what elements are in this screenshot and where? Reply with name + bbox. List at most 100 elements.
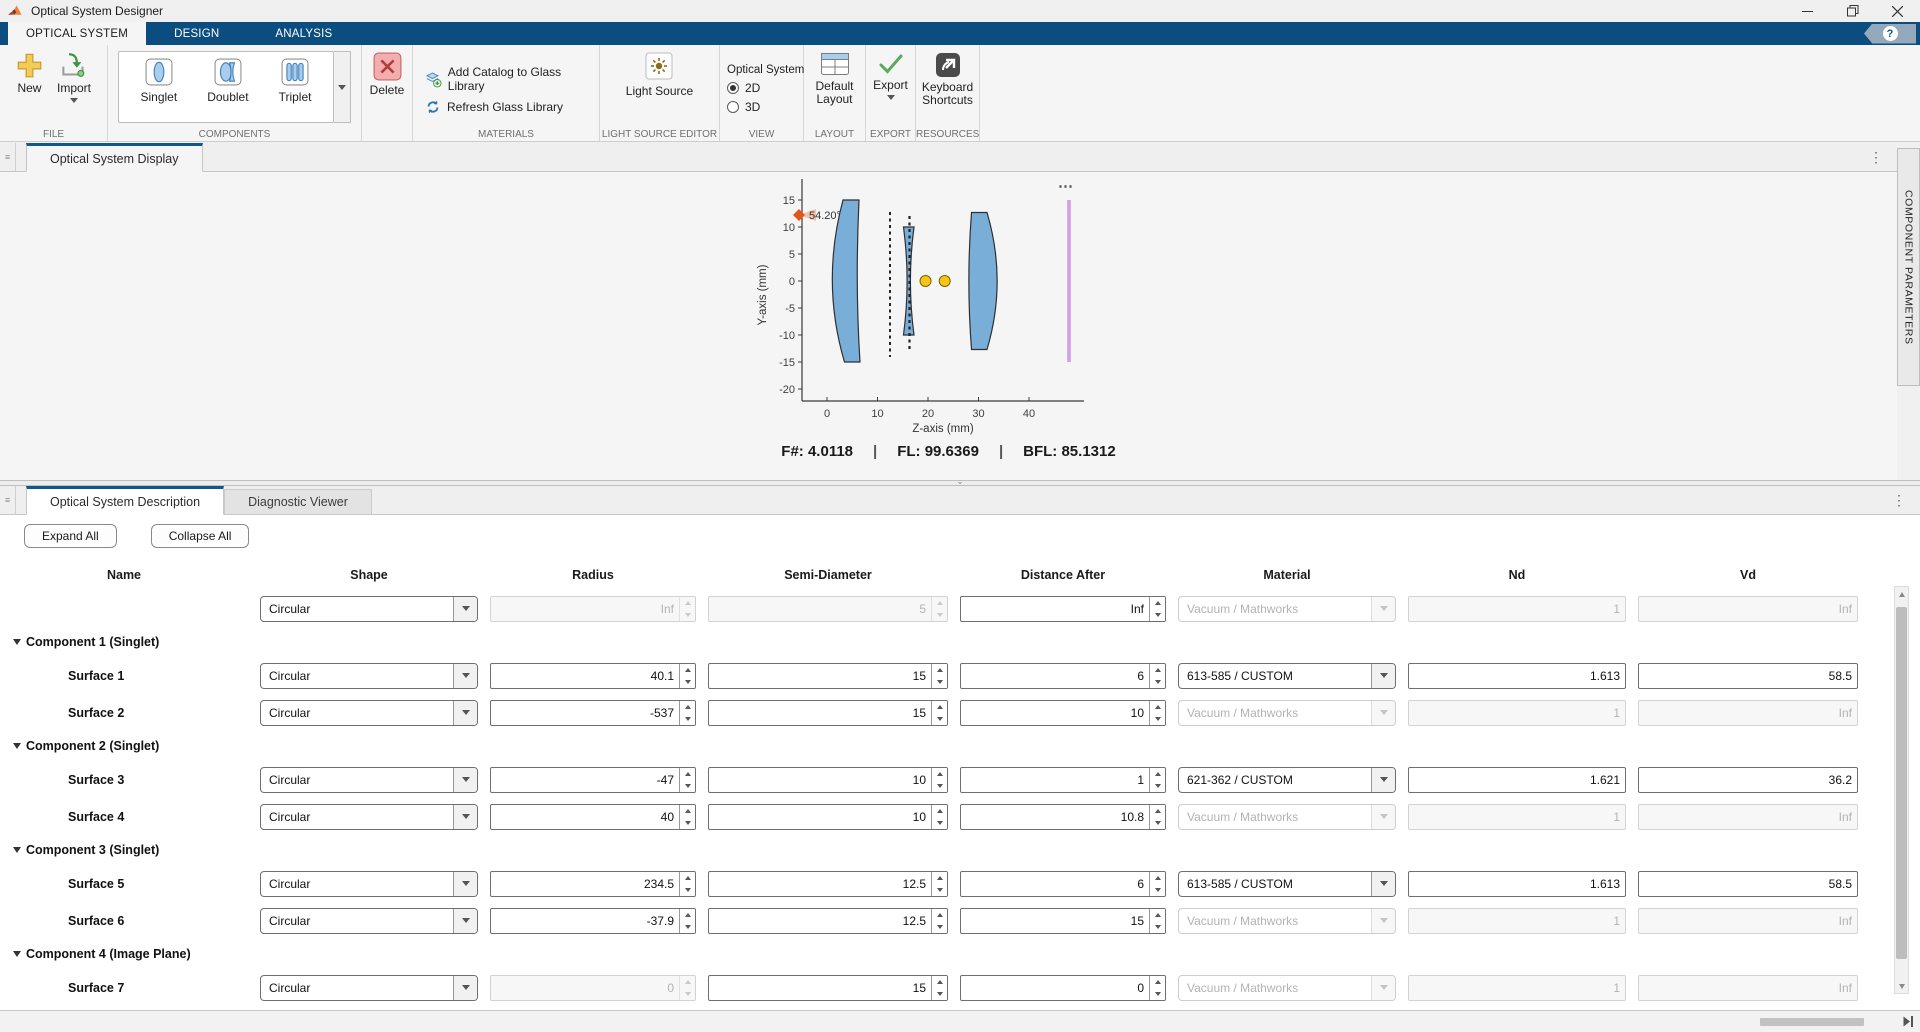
semi-diameter-field[interactable]: 15 — [708, 663, 948, 689]
shape-dropdown[interactable]: Circular — [260, 596, 478, 622]
shape-dropdown[interactable]: Circular — [260, 871, 478, 897]
vd-field[interactable]: 36.2 — [1638, 767, 1858, 793]
spinner[interactable] — [1149, 768, 1165, 792]
spinner[interactable] — [1149, 701, 1165, 725]
spinner[interactable] — [1149, 597, 1165, 621]
spinner[interactable] — [931, 701, 947, 725]
radius-field[interactable]: -47 — [490, 767, 696, 793]
nd-field[interactable]: 1.613 — [1408, 871, 1626, 897]
shape-dropdown[interactable]: Circular — [260, 908, 478, 934]
component-group-row[interactable]: Component 2 (Singlet) — [0, 731, 1920, 761]
export-button[interactable]: Export — [873, 52, 908, 100]
scrollbar-thumb[interactable] — [1896, 607, 1907, 959]
tab-optical-system[interactable]: OPTICAL SYSTEM — [8, 22, 146, 45]
shape-dropdown[interactable]: Circular — [260, 975, 478, 1001]
spinner[interactable] — [679, 872, 695, 896]
radius-field[interactable]: 234.5 — [490, 871, 696, 897]
triplet-button[interactable]: Triplet — [279, 58, 312, 118]
component-parameters-collapsed-panel[interactable]: COMPONENT PARAMETERS — [1897, 148, 1920, 386]
semi-diameter-field[interactable]: 15 — [708, 700, 948, 726]
spinner[interactable] — [679, 805, 695, 829]
spinner[interactable] — [1149, 872, 1165, 896]
radius-field[interactable]: -37.9 — [490, 908, 696, 934]
spinner[interactable] — [1149, 805, 1165, 829]
spinner[interactable] — [679, 701, 695, 725]
tab-design[interactable]: DESIGN — [146, 22, 247, 45]
distance-after-field[interactable]: 6 — [960, 663, 1166, 689]
radius-field[interactable]: -537 — [490, 700, 696, 726]
radius-field[interactable]: 40.1 — [490, 663, 696, 689]
scrollbar-track[interactable] — [1895, 601, 1908, 979]
close-button[interactable] — [1875, 0, 1920, 22]
singlet-button[interactable]: Singlet — [141, 58, 178, 118]
spinner[interactable] — [1149, 976, 1165, 1000]
spinner[interactable] — [931, 768, 947, 792]
new-button[interactable]: New — [16, 52, 43, 95]
import-button[interactable]: Import — [57, 52, 91, 103]
component-group-row[interactable]: Component 4 (Image Plane) — [0, 939, 1920, 969]
tab-diagnostic-viewer[interactable]: Diagnostic Viewer — [224, 489, 372, 514]
vd-field[interactable]: 58.5 — [1638, 663, 1858, 689]
component-group-row[interactable]: Component 3 (Singlet) — [0, 835, 1920, 865]
gallery-expand-button[interactable] — [334, 51, 351, 123]
material-dropdown[interactable]: 613-585 / CUSTOM — [1178, 871, 1396, 897]
spinner[interactable] — [679, 664, 695, 688]
panel-grip-icon[interactable]: ≡ — [0, 486, 16, 514]
minimize-button[interactable] — [1785, 0, 1830, 22]
default-layout-button[interactable]: Default Layout — [808, 52, 862, 106]
semi-diameter-field[interactable]: 15 — [708, 975, 948, 1001]
dock-collapse-icon[interactable] — [1902, 1015, 1915, 1028]
radius-field[interactable]: 40 — [490, 804, 696, 830]
shape-dropdown[interactable]: Circular — [260, 700, 478, 726]
expand-all-button[interactable]: Expand All — [24, 524, 117, 548]
help-button[interactable]: ? — [1864, 24, 1916, 44]
collapse-all-button[interactable]: Collapse All — [151, 524, 250, 548]
radio-2d[interactable]: 2D — [727, 81, 760, 95]
delete-button[interactable]: Delete — [370, 52, 405, 97]
shape-dropdown[interactable]: Circular — [260, 804, 478, 830]
shape-dropdown[interactable]: Circular — [260, 767, 478, 793]
distance-after-field[interactable]: Inf — [960, 596, 1166, 622]
horizontal-scrollbar-thumb[interactable] — [1760, 1018, 1864, 1026]
distance-after-field[interactable]: 10.8 — [960, 804, 1166, 830]
restore-button[interactable] — [1830, 0, 1875, 22]
light-source-button[interactable]: Light Source — [626, 52, 693, 98]
refresh-glass-library-button[interactable]: Refresh Glass Library — [425, 96, 563, 118]
add-catalog-button[interactable]: Add Catalog to Glass Library — [425, 68, 599, 90]
spinner[interactable] — [931, 805, 947, 829]
nd-field[interactable]: 1.621 — [1408, 767, 1626, 793]
vd-field[interactable]: 58.5 — [1638, 871, 1858, 897]
semi-diameter-field[interactable]: 10 — [708, 767, 948, 793]
radio-3d[interactable]: 3D — [727, 100, 760, 114]
spinner[interactable] — [931, 976, 947, 1000]
semi-diameter-field[interactable]: 12.5 — [708, 871, 948, 897]
distance-after-field[interactable]: 1 — [960, 767, 1166, 793]
tab-optical-system-display[interactable]: Optical System Display — [26, 143, 203, 172]
tab-overflow-menu-icon[interactable]: ⋮ — [1869, 149, 1883, 166]
table-vertical-scrollbar[interactable] — [1894, 586, 1909, 994]
semi-diameter-field[interactable]: 12.5 — [708, 908, 948, 934]
spinner[interactable] — [1149, 909, 1165, 933]
semi-diameter-field[interactable]: 10 — [708, 804, 948, 830]
spinner[interactable] — [931, 909, 947, 933]
tab-optical-system-description[interactable]: Optical System Description — [26, 486, 224, 515]
material-dropdown[interactable]: 613-585 / CUSTOM — [1178, 663, 1396, 689]
distance-after-field[interactable]: 6 — [960, 871, 1166, 897]
material-dropdown[interactable]: 621-362 / CUSTOM — [1178, 767, 1396, 793]
distance-after-field[interactable]: 10 — [960, 700, 1166, 726]
spinner[interactable] — [931, 664, 947, 688]
nd-field[interactable]: 1.613 — [1408, 663, 1626, 689]
tab-analysis[interactable]: ANALYSIS — [247, 22, 360, 45]
spinner[interactable] — [1149, 664, 1165, 688]
spinner[interactable] — [679, 768, 695, 792]
doublet-button[interactable]: Doublet — [207, 58, 248, 118]
distance-after-field[interactable]: 0 — [960, 975, 1166, 1001]
panel-grip-icon[interactable]: ≡ — [0, 143, 16, 171]
scroll-up-icon[interactable] — [1895, 587, 1908, 601]
spinner[interactable] — [931, 872, 947, 896]
keyboard-shortcuts-button[interactable]: Keyboard Shortcuts — [918, 52, 978, 107]
tab-overflow-menu-icon[interactable]: ⋮ — [1892, 492, 1906, 509]
scroll-down-icon[interactable] — [1895, 979, 1908, 993]
component-group-row[interactable]: Component 1 (Singlet) — [0, 627, 1920, 657]
distance-after-field[interactable]: 15 — [960, 908, 1166, 934]
